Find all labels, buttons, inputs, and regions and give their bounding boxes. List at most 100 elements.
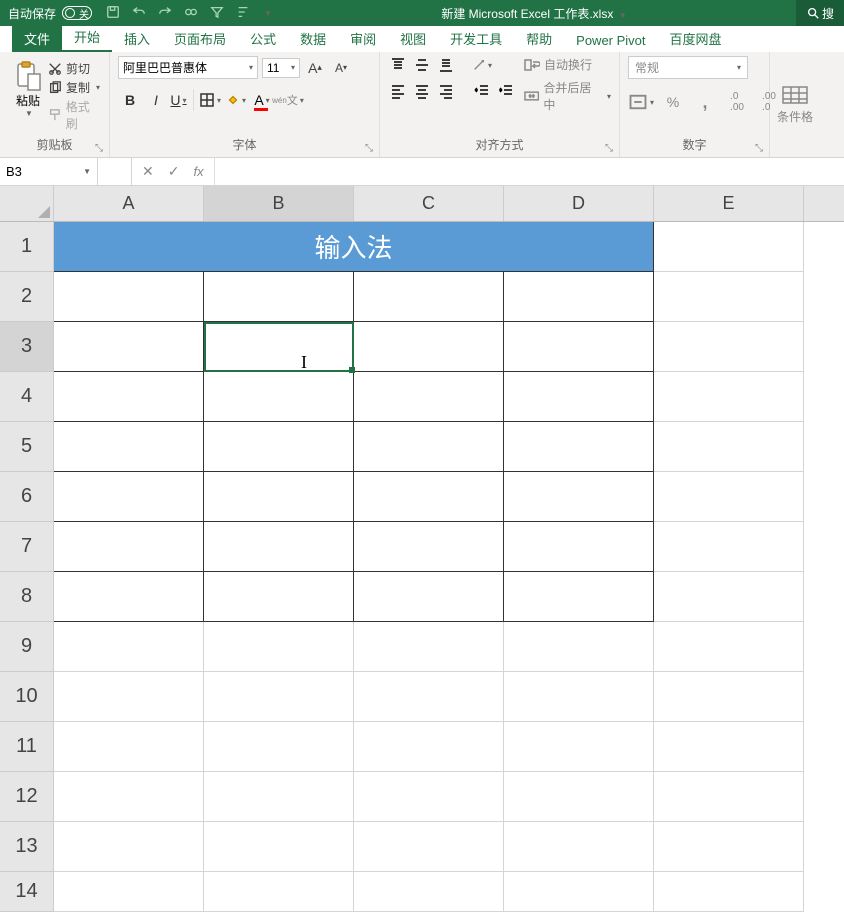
row-header-14[interactable]: 14 [0,872,54,912]
group-label-font: 字体 [118,136,371,155]
align-right-icon[interactable] [436,82,456,100]
align-left-icon[interactable] [388,82,408,100]
number-launcher-icon[interactable]: ⤡ [755,143,767,155]
percent-format-icon[interactable]: % [660,91,686,113]
fx-icon[interactable]: fx [193,164,203,179]
group-label-clipboard: 剪贴板 [8,136,101,155]
column-headers: A B C D E [0,186,844,222]
row-header-1[interactable]: 1 [0,222,54,272]
cells-area[interactable]: 输入法 I [54,222,844,912]
autosave-toggle[interactable]: 关 [62,6,92,20]
wrap-text-button[interactable]: 自动换行 [524,56,611,73]
font-size-select[interactable]: 11▾ [262,58,300,78]
orientation-icon[interactable]: ▾ [472,56,492,74]
filter-icon[interactable] [210,5,224,22]
col-header-C[interactable]: C [354,186,504,221]
fill-color-button[interactable]: ▾ [224,89,248,111]
merged-cell-A1-D1[interactable]: 输入法 [54,222,654,272]
enter-icon[interactable]: ✓ [168,163,180,180]
link-icon[interactable] [184,5,198,22]
tab-page-layout[interactable]: 页面布局 [162,25,238,52]
row-header-9[interactable]: 9 [0,622,54,672]
increase-indent-icon[interactable] [496,82,516,100]
tab-formulas[interactable]: 公式 [238,25,288,52]
alignment-launcher-icon[interactable]: ⤡ [605,143,617,155]
align-top-icon[interactable] [388,56,408,74]
formula-bar: B3▼ ✕ ✓ fx [0,158,844,186]
title-bar: 自动保存 关 ▼ 新建 Microsoft Excel 工作表.xlsx ▼ 搜 [0,0,844,26]
ribbon-tabs: 文件 开始 插入 页面布局 公式 数据 审阅 视图 开发工具 帮助 Power … [0,26,844,52]
align-middle-icon[interactable] [412,56,432,74]
row-header-7[interactable]: 7 [0,522,54,572]
tab-file[interactable]: 文件 [12,25,62,52]
tab-home[interactable]: 开始 [62,23,112,52]
row-header-13[interactable]: 13 [0,822,54,872]
group-clipboard: 粘贴 ▼ 剪切 复制▾ 格式刷 剪贴板 ⤡ [0,52,110,157]
font-name-select[interactable]: 阿里巴巴普惠体▾ [118,56,258,79]
tab-developer[interactable]: 开发工具 [438,25,514,52]
cancel-icon[interactable]: ✕ [142,163,154,180]
tab-help[interactable]: 帮助 [514,25,564,52]
group-alignment: ▾ 自动换行 合并后居中▾ 对齐方式 ⤡ [380,52,620,157]
number-format-select[interactable]: 常规▾ [628,56,748,79]
font-launcher-icon[interactable]: ⤡ [365,143,377,155]
row-headers: 1 2 3 4 5 6 7 8 9 10 11 12 13 14 [0,222,54,912]
text-cursor-icon: I [301,352,307,373]
conditional-formatting-button[interactable]: 条件格 [777,85,813,125]
quick-access-toolbar: ▼ [106,5,272,22]
undo-icon[interactable] [132,5,146,22]
row-header-4[interactable]: 4 [0,372,54,422]
align-center-icon[interactable] [412,82,432,100]
sort-icon[interactable] [236,5,250,22]
increase-font-icon[interactable]: A▴ [304,57,326,79]
paste-button[interactable]: 粘贴 ▼ [8,56,48,122]
phonetic-button[interactable]: wén文▾ [276,89,300,111]
accounting-format-icon[interactable]: ▾ [628,91,654,113]
copy-button[interactable]: 复制▾ [48,79,101,96]
merge-center-button[interactable]: 合并后居中▾ [524,79,611,113]
comma-format-icon[interactable]: , [692,91,718,113]
row-header-5[interactable]: 5 [0,422,54,472]
clipboard-launcher-icon[interactable]: ⤡ [95,143,107,155]
increase-decimal-icon[interactable]: .0.00 [724,91,750,113]
row-header-8[interactable]: 8 [0,572,54,622]
border-button[interactable]: ▾ [198,89,222,111]
bold-button[interactable]: B [118,89,142,111]
tab-powerpivot[interactable]: Power Pivot [564,29,657,52]
col-header-A[interactable]: A [54,186,204,221]
decrease-indent-icon[interactable] [472,82,492,100]
format-painter-button[interactable]: 格式刷 [48,98,101,132]
tab-insert[interactable]: 插入 [112,25,162,52]
tab-baidu[interactable]: 百度网盘 [658,25,734,52]
redo-icon[interactable] [158,5,172,22]
search-button[interactable]: 搜 [796,0,844,26]
row-header-3[interactable]: 3 [0,322,54,372]
group-label-number: 数字 [628,136,761,155]
underline-button[interactable]: U▾ [170,89,194,111]
row-header-10[interactable]: 10 [0,672,54,722]
col-header-B[interactable]: B [204,186,354,221]
align-bottom-icon[interactable] [436,56,456,74]
group-font: 阿里巴巴普惠体▾ 11▾ A▴ A▾ B I U▾ ▾ ▾ A▾ wén文▾ 字… [110,52,380,157]
col-header-D[interactable]: D [504,186,654,221]
font-color-button[interactable]: A▾ [250,89,274,111]
formula-input[interactable] [215,158,844,185]
select-all-corner[interactable] [0,186,54,221]
group-number: 常规▾ ▾ % , .0.00 .00.0 数字 ⤡ [620,52,770,157]
row-header-2[interactable]: 2 [0,272,54,322]
save-icon[interactable] [106,5,120,22]
qat-dropdown-icon[interactable]: ▼ [264,9,272,18]
tab-review[interactable]: 审阅 [338,25,388,52]
row-header-11[interactable]: 11 [0,722,54,772]
tab-view[interactable]: 视图 [388,25,438,52]
row-header-12[interactable]: 12 [0,772,54,822]
group-label-alignment: 对齐方式 [388,136,611,155]
name-box[interactable]: B3▼ [0,158,98,185]
cut-button[interactable]: 剪切 [48,60,101,77]
italic-button[interactable]: I [144,89,168,111]
ribbon: 粘贴 ▼ 剪切 复制▾ 格式刷 剪贴板 ⤡ 阿里巴巴普惠体▾ 11▾ A▴ A▾… [0,52,844,158]
row-header-6[interactable]: 6 [0,472,54,522]
tab-data[interactable]: 数据 [288,25,338,52]
decrease-font-icon[interactable]: A▾ [330,57,352,79]
col-header-E[interactable]: E [654,186,804,221]
